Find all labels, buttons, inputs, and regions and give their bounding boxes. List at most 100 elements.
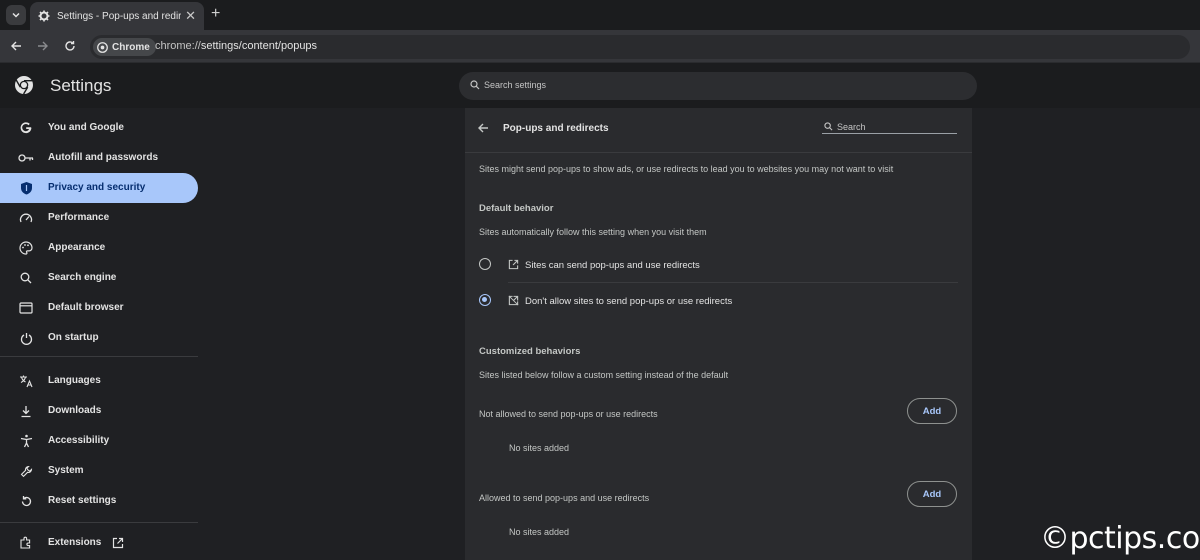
search-icon — [470, 80, 480, 90]
arrow-right-icon — [38, 41, 48, 51]
sidebar-item-label: Search engine — [48, 272, 117, 283]
popups-settings-card: Pop-ups and redirects Search Sites might… — [465, 108, 972, 560]
option-divider — [508, 282, 958, 283]
url-path: settings/content/popups — [200, 40, 318, 52]
translate-icon — [18, 373, 34, 389]
radio-button[interactable] — [479, 258, 491, 270]
browser-window-icon — [18, 300, 34, 316]
download-icon — [18, 403, 34, 419]
sidebar-item-default-browser[interactable]: Default browser — [0, 293, 198, 323]
sidebar-item-languages[interactable]: Languages — [0, 366, 198, 396]
watermark: ©pctips.com — [1040, 521, 1200, 556]
tab-settings[interactable]: Settings - Pop-ups and redirects ✕ — [30, 2, 204, 30]
chip-label: Chrome — [112, 41, 150, 53]
page-title: Settings — [50, 76, 112, 95]
sidebar-item-downloads[interactable]: Downloads — [0, 396, 198, 426]
sidebar-item-autofill[interactable]: Autofill and passwords — [0, 143, 198, 173]
power-icon — [18, 330, 34, 346]
not-allowed-section-label: Not allowed to send pop-ups or use redir… — [479, 409, 658, 419]
sidebar-item-performance[interactable]: Performance — [0, 203, 198, 233]
search-placeholder: Search — [837, 122, 866, 132]
sidebar-item-appearance[interactable]: Appearance — [0, 233, 198, 263]
sidebar-item-accessibility[interactable]: Accessibility — [0, 426, 198, 456]
forward-button[interactable] — [35, 38, 51, 54]
back-button[interactable] — [8, 38, 24, 54]
header-divider — [465, 152, 972, 153]
search-settings-input[interactable]: Search settings — [459, 72, 977, 100]
sidebar-item-label: System — [48, 465, 84, 476]
sidebar-item-label: Accessibility — [48, 435, 110, 446]
sidebar-item-label: On startup — [48, 332, 99, 343]
search-icon — [18, 270, 34, 286]
sidebar-item-label: Autofill and passwords — [48, 152, 159, 163]
customized-behaviors-subtext: Sites listed below follow a custom setti… — [479, 370, 729, 380]
wrench-icon — [18, 463, 34, 479]
sidebar-item-label: Privacy and security — [48, 182, 146, 193]
google-g-icon — [18, 120, 34, 136]
reload-button[interactable] — [62, 38, 78, 54]
settings-header: Settings Search settings — [0, 63, 1200, 108]
key-icon — [18, 150, 34, 166]
add-allowed-button[interactable]: Add — [907, 481, 957, 507]
radio-label: Don't allow sites to send pop-ups or use… — [525, 296, 733, 307]
reload-icon — [65, 41, 75, 51]
default-behavior-heading: Default behavior — [479, 203, 554, 214]
sidebar-divider — [0, 356, 198, 357]
sidebar-item-label: Downloads — [48, 405, 102, 416]
site-info-chip[interactable]: Chrome — [93, 38, 156, 56]
url-text[interactable]: chrome://settings/content/popups — [155, 40, 317, 52]
accessibility-icon — [18, 433, 34, 449]
subpage-title: Pop-ups and redirects — [503, 123, 609, 134]
search-placeholder: Search settings — [484, 80, 547, 90]
sidebar-item-extensions[interactable]: Extensions — [0, 528, 198, 558]
puzzle-icon — [18, 535, 34, 551]
open-in-new-icon — [508, 259, 519, 270]
chrome-logo-icon — [97, 41, 108, 53]
customized-behaviors-heading: Customized behaviors — [479, 346, 581, 357]
sidebar-item-privacy[interactable]: Privacy and security — [0, 173, 198, 203]
sidebar-divider — [0, 522, 198, 523]
close-icon[interactable]: ✕ — [185, 8, 196, 24]
sidebar-item-reset[interactable]: Reset settings — [0, 486, 198, 516]
popup-blocked-icon — [508, 295, 519, 306]
browser-toolbar: Chrome chrome://settings/content/popups — [0, 30, 1200, 63]
tab-strip: Settings - Pop-ups and redirects ✕ + — [0, 0, 1200, 30]
sidebar-item-label: Performance — [48, 212, 110, 223]
reset-icon — [18, 493, 34, 509]
sidebar-item-search-engine[interactable]: Search engine — [0, 263, 198, 293]
address-bar[interactable]: Chrome chrome://settings/content/popups — [90, 35, 1190, 59]
chevron-down-icon — [12, 12, 20, 18]
add-not-allowed-button[interactable]: Add — [907, 398, 957, 424]
url-scheme: chrome:// — [155, 40, 201, 52]
tab-search-button[interactable] — [6, 5, 26, 25]
allowed-section-label: Allowed to send pop-ups and use redirect… — [479, 493, 650, 503]
search-icon — [824, 122, 833, 131]
default-behavior-subtext: Sites automatically follow this setting … — [479, 227, 707, 237]
allowed-empty-text: No sites added — [509, 527, 570, 537]
back-arrow-icon[interactable] — [477, 122, 489, 134]
arrow-left-icon — [11, 41, 21, 51]
gear-icon — [38, 10, 50, 22]
sidebar-item-label: You and Google — [48, 122, 124, 133]
tab-title: Settings - Pop-ups and redirects — [57, 10, 181, 22]
radio-button-selected[interactable] — [479, 294, 491, 306]
new-tab-button[interactable]: + — [211, 6, 220, 22]
sidebar-item-on-startup[interactable]: On startup — [0, 323, 198, 353]
sidebar-item-label: Reset settings — [48, 495, 117, 506]
radio-label: Sites can send pop-ups and use redirects — [525, 260, 700, 271]
subpage-search-input[interactable]: Search — [822, 120, 957, 134]
sidebar: You and Google Autofill and passwords Pr… — [0, 108, 200, 560]
chrome-logo-icon — [15, 76, 33, 95]
open-in-new-icon — [112, 537, 124, 549]
sidebar-item-label: Languages — [48, 375, 101, 386]
sidebar-item-label: Default browser — [48, 302, 124, 313]
shield-icon — [18, 180, 34, 196]
sidebar-item-you-and-google[interactable]: You and Google — [0, 113, 198, 143]
sidebar-item-label: Appearance — [48, 242, 106, 253]
palette-icon — [18, 240, 34, 256]
sidebar-item-system[interactable]: System — [0, 456, 198, 486]
not-allowed-empty-text: No sites added — [509, 443, 570, 453]
description-text: Sites might send pop-ups to show ads, or… — [479, 164, 894, 174]
speedometer-icon — [18, 210, 34, 226]
sidebar-item-label: Extensions — [48, 537, 102, 548]
